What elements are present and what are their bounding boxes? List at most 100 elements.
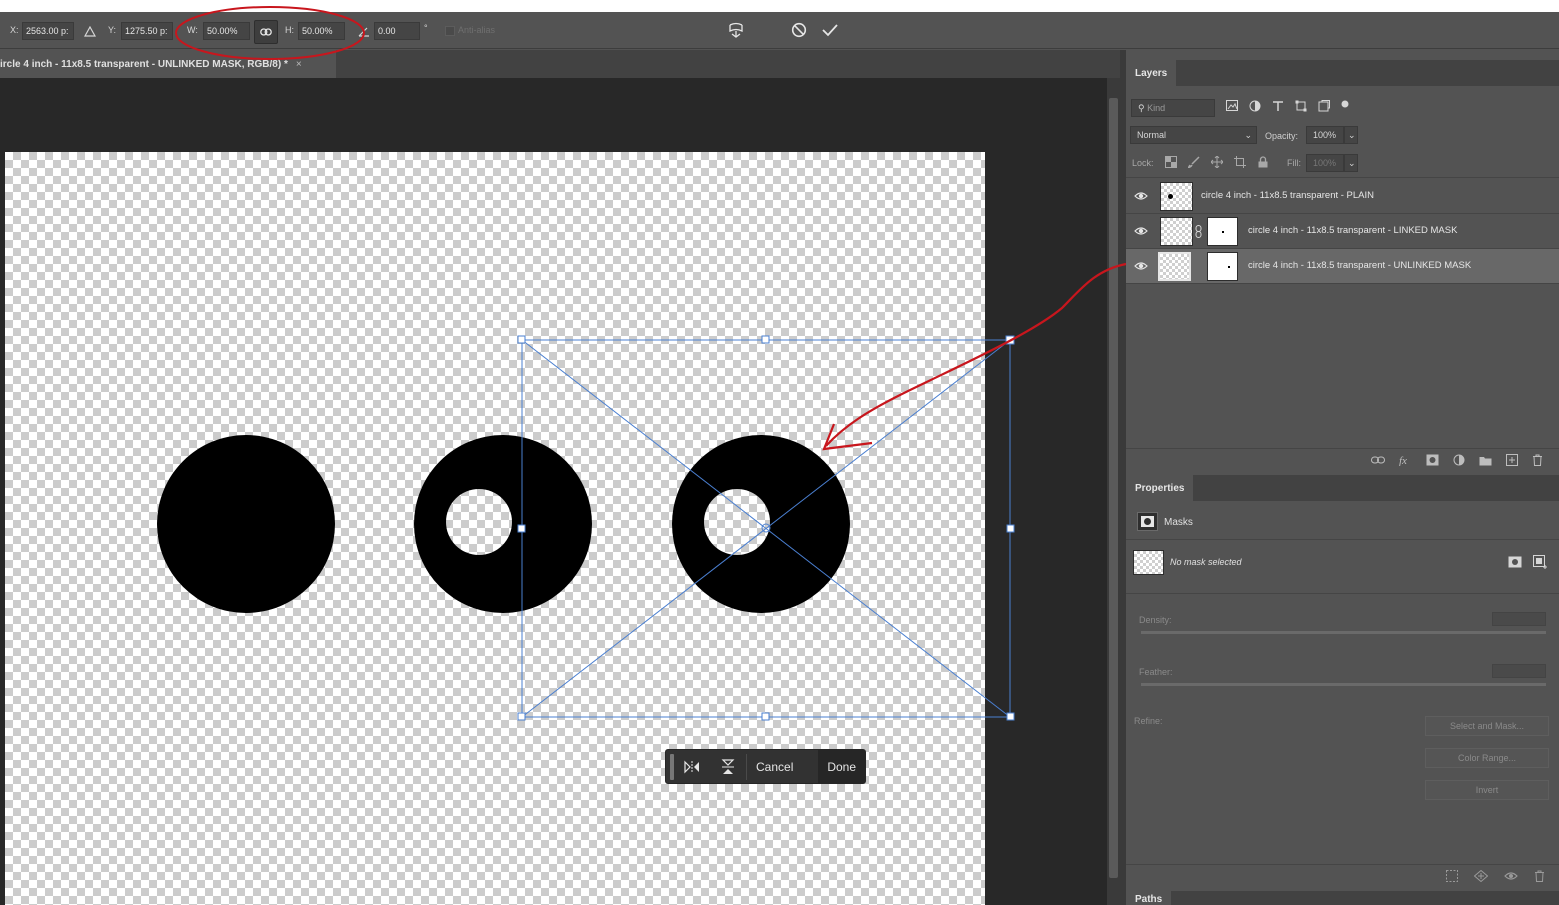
document-tab-bar: ircle 4 inch - 11x8.5 transparent - UNLI… xyxy=(0,50,1120,78)
smart-object-filter-icon[interactable] xyxy=(1318,100,1330,112)
cancel-button[interactable]: Cancel xyxy=(747,749,802,784)
tab-properties[interactable]: Properties xyxy=(1126,475,1194,501)
layers-footer-icons: fx xyxy=(1371,454,1543,466)
layer-mask-thumbnail[interactable] xyxy=(1207,252,1238,281)
scrollbar-thumb[interactable] xyxy=(1109,98,1118,878)
type-filter-icon[interactable] xyxy=(1272,100,1284,112)
w-field[interactable]: 50.00% xyxy=(203,22,250,40)
apply-mask-icon[interactable] xyxy=(1474,870,1488,882)
divider xyxy=(1126,177,1559,178)
document-tab-title: ircle 4 inch - 11x8.5 transparent - UNLI… xyxy=(0,58,288,70)
fill-dropdown[interactable]: ⌄ xyxy=(1344,154,1358,172)
x-label: X: xyxy=(10,25,19,35)
flip-vertical-button[interactable] xyxy=(710,749,746,784)
fill-field[interactable]: 100% xyxy=(1306,154,1344,172)
group-folder-icon[interactable] xyxy=(1479,455,1492,466)
link-aspect-button[interactable] xyxy=(254,20,278,44)
options-bar: X: 2563.00 p: Y: 1275.50 p: W: 50.00% H:… xyxy=(0,12,1559,49)
layer-name[interactable]: circle 4 inch - 11x8.5 transparent - PLA… xyxy=(1201,190,1374,201)
w-label: W: xyxy=(187,25,198,35)
close-icon[interactable]: × xyxy=(296,59,302,70)
no-mask-text: No mask selected xyxy=(1170,557,1242,567)
cancel-transform-icon[interactable] xyxy=(789,21,809,39)
image-filter-icon[interactable] xyxy=(1226,100,1238,111)
pixel-mask-icon[interactable] xyxy=(1508,556,1522,568)
kind-placeholder: Kind xyxy=(1147,103,1166,113)
tab-paths[interactable]: Paths xyxy=(1126,891,1172,905)
visibility-eye-icon[interactable] xyxy=(1134,260,1148,272)
warp-icon[interactable] xyxy=(726,21,746,39)
angle-icon xyxy=(354,22,374,40)
opacity-label: Opacity: xyxy=(1265,131,1299,141)
opacity-field[interactable]: 100% xyxy=(1306,126,1344,144)
density-label: Density: xyxy=(1139,615,1172,625)
feather-field xyxy=(1492,664,1546,678)
tab-layers[interactable]: Layers xyxy=(1126,60,1177,86)
done-button[interactable]: Done xyxy=(818,750,865,783)
fx-icon[interactable]: fx xyxy=(1399,454,1412,466)
lock-artboard-icon[interactable] xyxy=(1234,156,1246,168)
layer-row-linked-mask[interactable]: circle 4 inch - 11x8.5 transparent - LIN… xyxy=(1126,214,1559,249)
load-selection-icon[interactable] xyxy=(1446,870,1458,882)
link-layers-icon[interactable] xyxy=(1371,455,1385,465)
properties-footer-icons xyxy=(1446,870,1545,882)
lock-transparent-icon[interactable] xyxy=(1165,156,1177,168)
layer-name[interactable]: circle 4 inch - 11x8.5 transparent - UNL… xyxy=(1248,260,1471,271)
vertical-scrollbar[interactable] xyxy=(1107,78,1120,905)
blend-mode-select[interactable]: Normal ⌄ xyxy=(1130,126,1257,144)
visibility-eye-icon[interactable] xyxy=(1134,225,1148,237)
density-slider xyxy=(1141,631,1546,634)
h-field[interactable]: 50.00% xyxy=(298,22,345,40)
antialias-checkbox[interactable] xyxy=(440,22,460,40)
paths-panel-header: Paths xyxy=(1126,891,1559,905)
chevron-down-icon: ⌄ xyxy=(1244,130,1252,140)
lock-all-icon[interactable] xyxy=(1257,156,1269,168)
layer-name[interactable]: circle 4 inch - 11x8.5 transparent - LIN… xyxy=(1248,225,1457,236)
paths-title: Paths xyxy=(1135,894,1163,905)
lock-position-icon[interactable] xyxy=(1211,156,1223,168)
h-label: H: xyxy=(285,25,294,35)
delta-icon[interactable] xyxy=(80,22,100,40)
adjustment-layer-icon[interactable] xyxy=(1453,454,1465,466)
layer-row-plain[interactable]: circle 4 inch - 11x8.5 transparent - PLA… xyxy=(1126,179,1559,214)
opacity-dropdown[interactable]: ⌄ xyxy=(1344,126,1358,144)
vector-mask-icon[interactable] xyxy=(1533,555,1548,569)
lock-icons xyxy=(1165,156,1269,168)
divider xyxy=(1126,593,1559,594)
density-field xyxy=(1492,612,1546,626)
add-mask-icon[interactable] xyxy=(1426,454,1439,466)
divider xyxy=(1126,864,1559,865)
chevron-down-icon: ⌄ xyxy=(1348,130,1356,140)
shape-filter-icon[interactable] xyxy=(1295,100,1307,112)
y-field[interactable]: 1275.50 p: xyxy=(121,22,173,40)
layer-mask-thumbnail[interactable] xyxy=(1207,217,1238,246)
lock-brush-icon[interactable] xyxy=(1188,156,1200,168)
mask-type-icon xyxy=(1137,512,1158,531)
chevron-down-icon: ⌄ xyxy=(1348,158,1356,168)
kind-filter[interactable]: ⚲ Kind xyxy=(1131,99,1215,117)
new-layer-icon[interactable] xyxy=(1506,454,1518,466)
section-masks: Masks xyxy=(1164,517,1193,528)
search-icon: ⚲ xyxy=(1138,103,1145,113)
filter-toggle-icon[interactable] xyxy=(1341,100,1349,108)
x-field[interactable]: 2563.00 p: xyxy=(22,22,74,40)
commit-transform-icon[interactable] xyxy=(820,21,840,39)
document-canvas[interactable] xyxy=(5,152,985,905)
layer-row-unlinked-mask[interactable]: circle 4 inch - 11x8.5 transparent - UNL… xyxy=(1126,249,1559,284)
top-strip xyxy=(0,0,1559,12)
visibility-eye-icon[interactable] xyxy=(1134,190,1148,202)
mask-link-icon[interactable] xyxy=(1195,225,1202,238)
color-range-button[interactable]: Color Range... xyxy=(1425,748,1549,768)
document-tab[interactable]: ircle 4 inch - 11x8.5 transparent - UNLI… xyxy=(0,50,336,78)
trash-icon[interactable] xyxy=(1534,870,1545,882)
invert-button[interactable]: Invert xyxy=(1425,780,1549,800)
adjustment-filter-icon[interactable] xyxy=(1249,100,1261,112)
trash-icon[interactable] xyxy=(1532,454,1543,466)
contextual-task-bar: Cancel Done xyxy=(665,749,866,784)
angle-field[interactable]: 0.00 xyxy=(374,22,420,40)
flip-horizontal-button[interactable] xyxy=(674,749,710,784)
visibility-eye-icon[interactable] xyxy=(1504,870,1518,882)
layer-thumbnail xyxy=(1158,252,1191,281)
fill-label: Fill: xyxy=(1287,158,1301,168)
select-and-mask-button[interactable]: Select and Mask... xyxy=(1425,716,1549,736)
